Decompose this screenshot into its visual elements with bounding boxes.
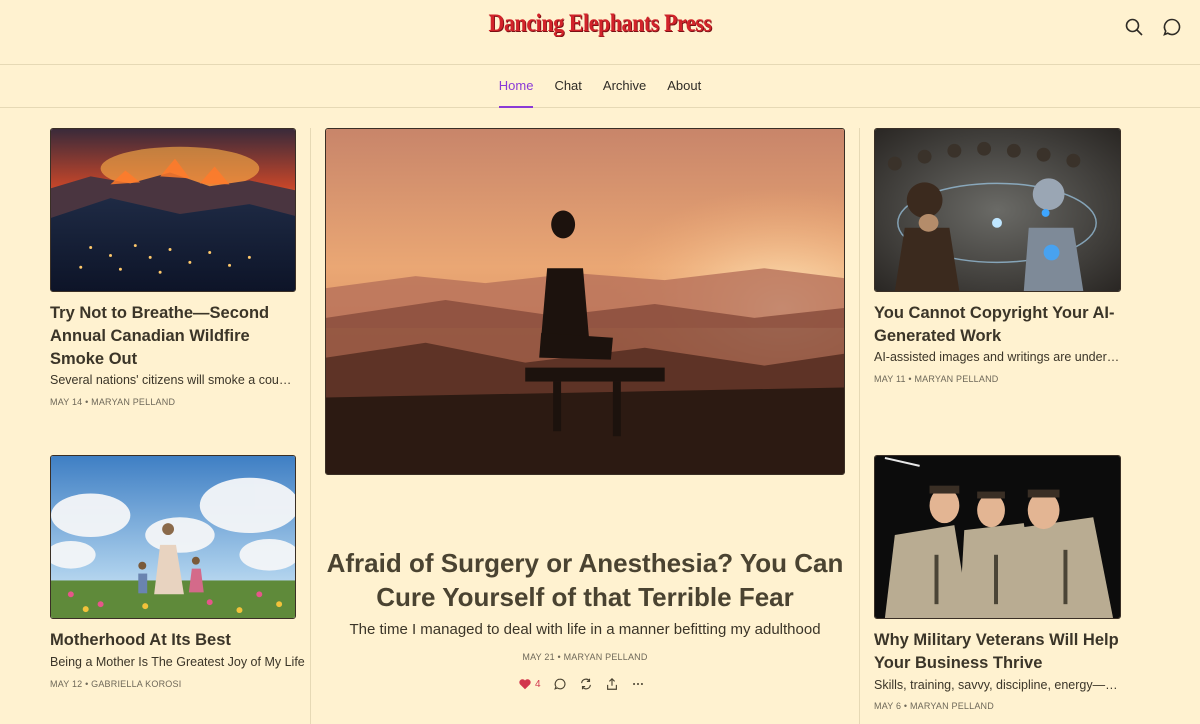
like-count: 4 bbox=[535, 678, 541, 690]
column-divider bbox=[859, 128, 860, 724]
post-date: MAY 12 bbox=[50, 679, 83, 689]
featured-post-subtitle: The time I managed to deal with life in … bbox=[349, 621, 821, 638]
column-divider bbox=[310, 128, 311, 724]
post-subtitle: Skills, training, savvy, discipline, ene… bbox=[874, 678, 1120, 692]
nav-item-about[interactable]: About bbox=[667, 65, 701, 108]
heart-icon bbox=[519, 679, 531, 690]
nav-item-chat[interactable]: Chat bbox=[554, 65, 581, 108]
post-date: MAY 11 bbox=[874, 374, 906, 384]
post-meta: MAY 14 • MARYAN PELLAND bbox=[50, 397, 175, 407]
featured-post-image[interactable] bbox=[325, 128, 845, 475]
post-title[interactable]: You Cannot Copyright Your AI-Generated W… bbox=[874, 302, 1124, 348]
post-author[interactable]: MARYAN PELLAND bbox=[564, 652, 648, 662]
featured-post-title[interactable]: Afraid of Surgery or Anesthesia? You Can… bbox=[325, 546, 845, 614]
post-date: MAY 21 bbox=[522, 652, 555, 662]
restack-icon bbox=[580, 678, 591, 690]
nav-item-home[interactable]: Home bbox=[498, 65, 533, 108]
post-meta: MAY 11 • MARYAN PELLAND bbox=[874, 374, 998, 384]
post-date: MAY 14 bbox=[50, 397, 83, 407]
meta-separator: • bbox=[901, 701, 910, 711]
nav-item-archive[interactable]: Archive bbox=[603, 65, 646, 108]
post-author[interactable]: MARYAN PELLAND bbox=[914, 374, 998, 384]
post-author[interactable]: GABRIELLA KOROSI bbox=[91, 679, 181, 689]
more-icon bbox=[632, 682, 643, 686]
meta-separator: • bbox=[554, 652, 564, 662]
restack-button[interactable] bbox=[579, 677, 593, 691]
post-meta: MAY 6 • MARYAN PELLAND bbox=[874, 701, 994, 711]
post-author[interactable]: MARYAN PELLAND bbox=[910, 701, 994, 711]
meta-separator: • bbox=[82, 397, 92, 407]
site-logo[interactable]: Dancing Elephants Press bbox=[72, 10, 1128, 38]
post-image-veterans[interactable] bbox=[874, 455, 1121, 619]
comment-button[interactable] bbox=[553, 677, 567, 691]
search-icon[interactable] bbox=[1124, 17, 1144, 37]
post-author[interactable]: MARYAN PELLAND bbox=[91, 397, 175, 407]
chat-bubble-icon[interactable] bbox=[1162, 17, 1182, 37]
more-button[interactable] bbox=[631, 677, 645, 691]
post-meta: MAY 12 • GABRIELLA KOROSI bbox=[50, 679, 181, 689]
like-button[interactable]: 4 bbox=[518, 677, 541, 691]
post-subtitle: Several nations' citizens will smoke a c… bbox=[50, 373, 296, 387]
main-nav: Home Chat Archive About bbox=[0, 65, 1200, 108]
post-image-motherhood[interactable] bbox=[50, 455, 296, 619]
post-title[interactable]: Motherhood At Its Best bbox=[50, 629, 305, 652]
post-subtitle: AI-assisted images and writings are unde… bbox=[874, 350, 1120, 364]
post-image-wildfire[interactable] bbox=[50, 128, 296, 292]
site-header: Dancing Elephants Press bbox=[0, 0, 1200, 65]
featured-post-meta: MAY 21 • MARYAN PELLAND bbox=[325, 652, 845, 662]
share-button[interactable] bbox=[605, 677, 619, 691]
post-date: MAY 6 bbox=[874, 701, 902, 711]
post-title[interactable]: Why Military Veterans Will Help Your Bus… bbox=[874, 629, 1124, 675]
meta-separator: • bbox=[82, 679, 92, 689]
comment-icon bbox=[553, 678, 566, 690]
post-title[interactable]: Try Not to Breathe—Second Annual Canadia… bbox=[50, 302, 305, 371]
post-subtitle: Being a Mother Is The Greatest Joy of My… bbox=[50, 655, 305, 669]
post-image-ai-copyright[interactable] bbox=[874, 128, 1121, 292]
post-actions: 4 bbox=[518, 675, 645, 693]
share-icon bbox=[606, 677, 617, 690]
